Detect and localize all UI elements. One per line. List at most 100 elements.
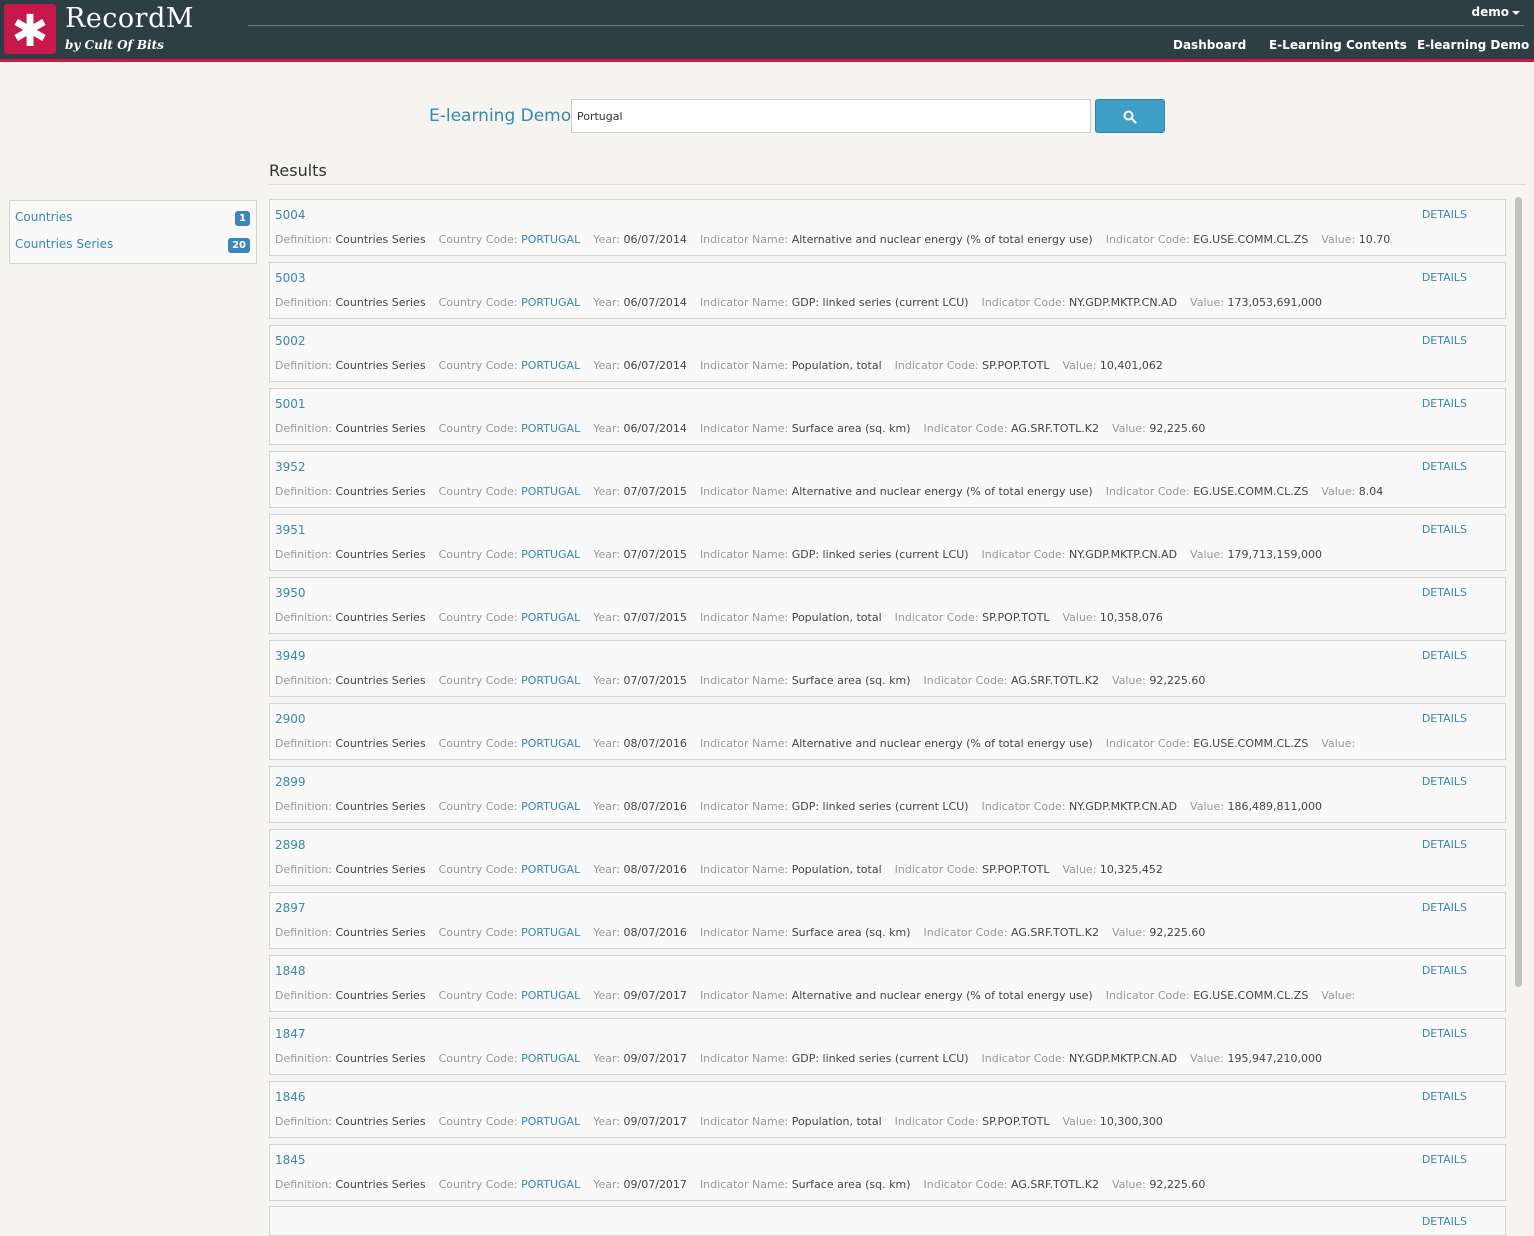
search-button[interactable] bbox=[1095, 99, 1165, 133]
record-id-link[interactable]: 3950 bbox=[275, 586, 306, 600]
nav-elearning-contents[interactable]: E-Learning Contents bbox=[1269, 38, 1407, 52]
field-label: Value: bbox=[1321, 737, 1356, 750]
details-link[interactable]: DETAILS bbox=[1422, 271, 1467, 284]
details-link[interactable]: DETAILS bbox=[1422, 838, 1467, 851]
record-id-link[interactable]: 3951 bbox=[275, 523, 306, 537]
field-definition: Definition: Countries Series bbox=[275, 548, 426, 561]
record-id-link[interactable]: 1848 bbox=[275, 964, 306, 978]
record-id-link[interactable]: 3949 bbox=[275, 649, 306, 663]
record-id-link[interactable]: 5002 bbox=[275, 334, 306, 348]
details-link[interactable]: DETAILS bbox=[1422, 775, 1467, 788]
details-link[interactable]: DETAILS bbox=[1422, 1215, 1467, 1228]
details-link[interactable]: DETAILS bbox=[1422, 901, 1467, 914]
details-link[interactable]: DETAILS bbox=[1422, 334, 1467, 347]
result-card: 1845 DETAILS Definition: Countries Series C… bbox=[269, 1144, 1506, 1201]
details-link[interactable]: DETAILS bbox=[1422, 1153, 1467, 1166]
field-value: 92,225.60 bbox=[1149, 1178, 1206, 1191]
user-menu[interactable]: demo bbox=[1472, 5, 1520, 19]
field-value[interactable]: PORTUGAL bbox=[521, 737, 580, 750]
record-fields: Definition: Countries Series Country Code… bbox=[275, 1115, 1176, 1128]
field-value[interactable]: PORTUGAL bbox=[521, 863, 580, 876]
field-label: Indicator Code: bbox=[894, 611, 979, 624]
field-value[interactable]: PORTUGAL bbox=[521, 485, 580, 498]
field-value[interactable]: PORTUGAL bbox=[521, 233, 580, 246]
field-value[interactable]: PORTUGAL bbox=[521, 1052, 580, 1065]
record-id-link[interactable]: 5001 bbox=[275, 397, 306, 411]
field-value: Surface area (sq. km) bbox=[791, 422, 911, 435]
record-id-link[interactable]: 2898 bbox=[275, 838, 306, 852]
results-heading: Results bbox=[269, 161, 327, 180]
nav-elearning-demo[interactable]: E-learning Demo bbox=[1417, 38, 1529, 52]
details-link[interactable]: DETAILS bbox=[1422, 1027, 1467, 1040]
field-value[interactable]: PORTUGAL bbox=[521, 926, 580, 939]
details-link[interactable]: DETAILS bbox=[1422, 208, 1467, 221]
field-value: 06/07/2014 bbox=[623, 359, 687, 372]
field-label: Country Code: bbox=[438, 548, 518, 561]
field-value[interactable]: PORTUGAL bbox=[521, 296, 580, 309]
record-id-link[interactable]: 5004 bbox=[275, 208, 306, 222]
record-id-link[interactable]: 3952 bbox=[275, 460, 306, 474]
field-label: Indicator Code: bbox=[1105, 233, 1190, 246]
record-id-link[interactable]: 1846 bbox=[275, 1090, 306, 1104]
field-indicator-name: Indicator Name: Population, total bbox=[700, 1115, 882, 1128]
field-indicator-code: Indicator Code: SP.POP.TOTL bbox=[895, 863, 1050, 876]
field-value: 8.04 bbox=[1358, 485, 1384, 498]
details-link[interactable]: DETAILS bbox=[1422, 586, 1467, 599]
nav-dashboard[interactable]: Dashboard bbox=[1173, 38, 1246, 52]
field-value[interactable]: PORTUGAL bbox=[521, 674, 580, 687]
facet-countries[interactable]: Countries 1 bbox=[15, 210, 250, 228]
field-value[interactable]: PORTUGAL bbox=[521, 611, 580, 624]
record-id-link[interactable]: 2897 bbox=[275, 901, 306, 915]
field-year: Year: 07/07/2015 bbox=[593, 485, 687, 498]
field-label: Definition: bbox=[275, 1052, 332, 1065]
field-indicator-name: Indicator Name: GDP: linked series (curr… bbox=[700, 800, 969, 813]
field-value: Surface area (sq. km) bbox=[791, 926, 911, 939]
field-value[interactable]: PORTUGAL bbox=[521, 800, 580, 813]
field-value: 09/07/2017 bbox=[623, 989, 687, 1002]
field-value: Value: 92,225.60 bbox=[1112, 674, 1205, 687]
field-value[interactable]: PORTUGAL bbox=[521, 548, 580, 561]
scrollbar-thumb[interactable] bbox=[1515, 197, 1522, 987]
facet-label: Countries bbox=[15, 210, 73, 224]
details-link[interactable]: DETAILS bbox=[1422, 649, 1467, 662]
field-value: Countries Series bbox=[335, 548, 426, 561]
record-id-link[interactable]: 2899 bbox=[275, 775, 306, 789]
field-value[interactable]: PORTUGAL bbox=[521, 359, 580, 372]
field-value: GDP: linked series (current LCU) bbox=[791, 548, 969, 561]
field-label: Value: bbox=[1321, 233, 1356, 246]
record-fields: Definition: Countries Series Country Code… bbox=[275, 989, 1368, 1002]
field-label: Indicator Code: bbox=[1105, 989, 1190, 1002]
details-link[interactable]: DETAILS bbox=[1422, 523, 1467, 536]
field-value: Population, total bbox=[791, 359, 882, 372]
record-id-link[interactable]: 1845 bbox=[275, 1153, 306, 1167]
field-value[interactable]: PORTUGAL bbox=[521, 989, 580, 1002]
logo-asterisk-icon[interactable]: ✱ bbox=[4, 4, 56, 57]
details-link[interactable]: DETAILS bbox=[1422, 1090, 1467, 1103]
field-indicator-code: Indicator Code: SP.POP.TOTL bbox=[895, 1115, 1050, 1128]
field-indicator-name: Indicator Name: Population, total bbox=[700, 611, 882, 624]
brand-title[interactable]: RecordM bbox=[65, 3, 194, 34]
details-link[interactable]: DETAILS bbox=[1422, 712, 1467, 725]
field-label: Indicator Code: bbox=[1105, 485, 1190, 498]
record-id-link[interactable]: 1847 bbox=[275, 1027, 306, 1041]
field-value[interactable]: PORTUGAL bbox=[521, 422, 580, 435]
record-id-link[interactable]: 5003 bbox=[275, 271, 306, 285]
facet-countries-series[interactable]: Countries Series 20 bbox=[15, 237, 250, 255]
field-country-code: Country Code: PORTUGAL bbox=[439, 233, 581, 246]
field-value: 10,358,076 bbox=[1099, 611, 1163, 624]
search-input[interactable] bbox=[571, 99, 1091, 133]
details-link[interactable]: DETAILS bbox=[1422, 964, 1467, 977]
field-year: Year: 06/07/2014 bbox=[593, 422, 687, 435]
record-fields: Definition: Countries Series Country Code… bbox=[275, 1052, 1335, 1065]
result-card: 2897 DETAILS Definition: Countries Series C… bbox=[269, 892, 1506, 949]
field-value: Value: 173,053,691,000 bbox=[1190, 296, 1322, 309]
field-value[interactable]: PORTUGAL bbox=[521, 1178, 580, 1191]
field-label: Value: bbox=[1321, 989, 1356, 1002]
field-indicator-code: Indicator Code: NY.GDP.MKTP.CN.AD bbox=[982, 548, 1178, 561]
field-label: Year: bbox=[593, 1052, 621, 1065]
field-country-code: Country Code: PORTUGAL bbox=[439, 548, 581, 561]
details-link[interactable]: DETAILS bbox=[1422, 397, 1467, 410]
field-value[interactable]: PORTUGAL bbox=[521, 1115, 580, 1128]
record-id-link[interactable]: 2900 bbox=[275, 712, 306, 726]
details-link[interactable]: DETAILS bbox=[1422, 460, 1467, 473]
